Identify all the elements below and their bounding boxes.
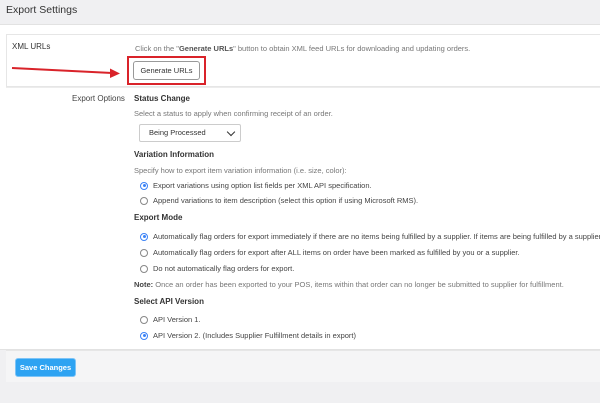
export-mode-option-3[interactable]: Do not automatically flag orders for exp… xyxy=(140,264,294,273)
option-label: API Version 1. xyxy=(153,315,201,324)
note-label: Note: xyxy=(134,280,154,289)
api-version-option-1[interactable]: API Version 1. xyxy=(140,315,201,324)
hint-prefix: Click on the " xyxy=(135,44,179,53)
radio-selected[interactable] xyxy=(140,181,148,190)
status-change-heading: Status Change xyxy=(134,94,191,103)
option-label: API Version 2. (Includes Supplier Fulfil… xyxy=(153,331,357,340)
status-select[interactable]: Being Processed xyxy=(139,124,241,142)
xml-urls-hint: Click on the "Generate URLs" button to o… xyxy=(135,44,470,53)
option-label: Automatically flag orders for export imm… xyxy=(153,232,600,241)
status-change-description: Select a status to apply when confirming… xyxy=(134,109,333,118)
export-mode-note: Note: Once an order has been exported to… xyxy=(134,280,564,289)
variation-heading: Variation Information xyxy=(134,150,215,159)
radio-unselected[interactable] xyxy=(140,264,148,273)
radio-selected[interactable] xyxy=(140,232,148,241)
export-mode-option-2[interactable]: Automatically flag orders for export aft… xyxy=(140,248,520,257)
hint-bold: Generate URLs xyxy=(178,44,234,53)
api-version-option-2[interactable]: API Version 2. (Includes Supplier Fulfil… xyxy=(140,331,356,340)
export-mode-heading: Export Mode xyxy=(134,213,183,222)
option-label: Automatically flag orders for export aft… xyxy=(153,248,520,257)
generate-urls-button[interactable]: Generate URLs xyxy=(133,61,200,80)
status-select-value: Being Processed xyxy=(149,128,206,137)
option-label: Append variations to item description (s… xyxy=(153,196,419,205)
radio-unselected[interactable] xyxy=(140,196,148,205)
radio-selected[interactable] xyxy=(140,331,148,340)
export-mode-option-1[interactable]: Automatically flag orders for export imm… xyxy=(140,232,600,241)
save-changes-button[interactable]: Save Changes xyxy=(15,358,76,377)
variation-option-2[interactable]: Append variations to item description (s… xyxy=(140,196,418,205)
chevron-down-icon xyxy=(226,127,236,137)
radio-unselected[interactable] xyxy=(140,248,148,257)
note-text: Once an order has been exported to your … xyxy=(153,280,564,289)
section-divider xyxy=(6,87,600,88)
radio-unselected[interactable] xyxy=(140,315,148,324)
variation-option-1[interactable]: Export variations using option list fiel… xyxy=(140,181,372,190)
option-label: Do not automatically flag orders for exp… xyxy=(153,264,295,273)
form-footer xyxy=(6,350,600,382)
hint-suffix: " button to obtain XML feed URLs for dow… xyxy=(233,44,471,53)
option-label: Export variations using option list fiel… xyxy=(153,181,372,190)
variation-description: Specify how to export item variation inf… xyxy=(134,166,347,175)
red-arrow-annotation xyxy=(11,67,120,78)
export-options-label: Export Options xyxy=(72,94,125,103)
api-version-heading: Select API Version xyxy=(134,297,204,306)
page-bottom xyxy=(0,383,600,403)
